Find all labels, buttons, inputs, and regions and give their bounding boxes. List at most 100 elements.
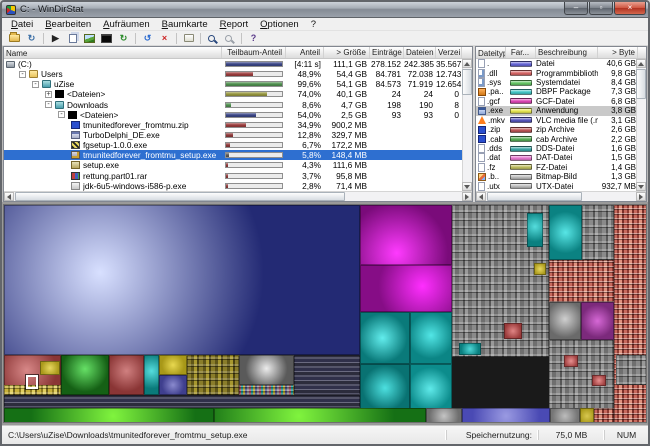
treemap-col-red[interactable]: [549, 260, 614, 302]
tree-header-size[interactable]: > Größe: [324, 47, 370, 58]
treemap-mid-blue[interactable]: [159, 375, 187, 395]
treemap-bottom-yellow[interactable]: [580, 408, 594, 423]
tree-row[interactable]: -Users48,9%54,4 GB84.78172.03812.743: [4, 69, 472, 79]
explorer-button[interactable]: [82, 32, 97, 45]
treemap-right-speckle[interactable]: [614, 205, 647, 423]
treemap-bottom-gray-a[interactable]: [426, 408, 462, 423]
treemap-col-gray-b[interactable]: [549, 302, 581, 340]
extension-row[interactable]: .fzFZ-Datei1,4 GB: [476, 163, 646, 172]
help-button[interactable]: ?: [246, 32, 261, 45]
menu-item-?[interactable]: ?: [305, 19, 322, 30]
scroll-down-button[interactable]: [636, 182, 646, 191]
tree-header-name[interactable]: Name: [4, 47, 222, 58]
treemap-col-teal[interactable]: [549, 205, 582, 260]
treemap-bit-red-1[interactable]: [504, 323, 522, 339]
extension-horizontal-scrollbar[interactable]: [476, 191, 646, 201]
menu-item-aufrumen[interactable]: Aufräumen: [97, 19, 155, 30]
command-prompt-button[interactable]: [99, 32, 114, 45]
tree-header-dirs[interactable]: Verzei...: [436, 47, 462, 58]
collapse-box[interactable]: -: [19, 71, 26, 78]
scrollbar-thumb[interactable]: [462, 69, 472, 95]
treemap-dark-strip[interactable]: [4, 395, 360, 408]
resume-button[interactable]: ▶: [48, 32, 63, 45]
rescan-button[interactable]: ↻: [24, 32, 39, 45]
zoom-out-button[interactable]: [222, 32, 237, 45]
menu-item-report[interactable]: Report: [214, 19, 255, 30]
copy-button[interactable]: [65, 32, 80, 45]
extension-row[interactable]: .Datei40,6 GB: [476, 59, 646, 68]
tree-vertical-scrollbar[interactable]: [462, 59, 472, 191]
treemap-mid-green[interactable]: [61, 355, 109, 395]
zoom-in-button[interactable]: [205, 32, 220, 45]
scroll-up-button[interactable]: [636, 59, 646, 68]
extension-row[interactable]: .sysSystemdatei8,4 GB: [476, 78, 646, 87]
treemap-bit-teal-1[interactable]: [527, 213, 543, 247]
treemap-col-magenta[interactable]: [581, 302, 614, 340]
treemap-block-magenta-b[interactable]: [360, 265, 452, 312]
treemap-block-magenta-a[interactable]: [360, 205, 452, 265]
extension-row[interactable]: .b..Bitmap-Bild1,3 GB: [476, 172, 646, 181]
delete-permanent-button[interactable]: ×: [157, 32, 172, 45]
treemap-bit-teal-2[interactable]: [459, 343, 481, 355]
tree-row[interactable]: tmunitedforever_fromtmu.zip34,9%900,2 MB: [4, 120, 472, 130]
extension-row[interactable]: .zipzip Archive2,6 GB: [476, 125, 646, 134]
scrollbar-thumb[interactable]: [15, 192, 345, 201]
treemap-block-teal-b[interactable]: [410, 312, 452, 364]
treemap-bottom-gray-b[interactable]: [550, 408, 580, 423]
collapse-box[interactable]: -: [58, 111, 65, 118]
tree-row[interactable]: -<Dateien>54,0%2,5 GB93930: [4, 110, 472, 120]
open-button[interactable]: [7, 32, 22, 45]
tree-row[interactable]: fgsetup-1.0.0.exe6,7%172,2 MB: [4, 140, 472, 150]
tree-row[interactable]: -Downloads8,6%4,7 GB1981908: [4, 100, 472, 110]
maximize-button[interactable]: ▫: [589, 2, 613, 15]
treemap-bottom-blue[interactable]: [462, 408, 550, 423]
treemap-mid-gray[interactable]: [239, 355, 294, 385]
collapse-box[interactable]: -: [45, 101, 52, 108]
extension-row[interactable]: .cabcab Archive2,2 GB: [476, 134, 646, 143]
menu-item-datei[interactable]: Datei: [5, 19, 39, 30]
tree-row[interactable]: -uZise99,6%54,1 GB84.57371.91912.654: [4, 79, 472, 89]
tree-header-files[interactable]: Dateien: [404, 47, 436, 58]
treemap-mid-yellow-bit[interactable]: [40, 361, 60, 375]
tree-header-barc[interactable]: Teilbaum-Anteil: [222, 47, 286, 58]
extension-header-ext[interactable]: Dateityp: [476, 47, 506, 58]
extension-row[interactable]: .datDAT-Datei1,5 GB: [476, 153, 646, 162]
tree-row[interactable]: +<Dateien>74,0%40,1 GB24240: [4, 89, 472, 99]
scroll-down-button[interactable]: [462, 182, 472, 191]
tree-header-anteil[interactable]: Anteil: [286, 47, 324, 58]
treemap-right-gray[interactable]: [616, 355, 647, 385]
scroll-left-button[interactable]: [476, 192, 486, 201]
treemap-bottom-green-b[interactable]: [214, 408, 426, 423]
title-bar[interactable]: C: - WinDirStat – ▫ ×: [2, 2, 648, 18]
expand-box[interactable]: +: [45, 91, 52, 98]
tree-row[interactable]: TurboDelphi_DE.exe12,8%329,7 MB: [4, 130, 472, 140]
treemap[interactable]: [3, 204, 647, 423]
treemap-bottom-green-a[interactable]: [4, 408, 214, 423]
extension-header-byte[interactable]: > Byte: [598, 47, 638, 58]
delete-recycle-button[interactable]: ↺: [140, 32, 155, 45]
extension-vertical-scrollbar[interactable]: [636, 59, 646, 191]
extension-row[interactable]: .mkvVLC media file (.mkv)3,1 GB: [476, 116, 646, 125]
treemap-mid-maroon-b[interactable]: [109, 355, 144, 395]
treemap-bit-yellow-1[interactable]: [534, 263, 546, 275]
tree-row[interactable]: tmunitedforever_fromtmu_setup.exe5,8%148…: [4, 150, 472, 160]
tree-row[interactable]: (C:)[4:11 s]111,1 GB278.152242.38535.567: [4, 59, 472, 69]
treemap-mid-yellow[interactable]: [159, 355, 187, 375]
tree-row[interactable]: rettung.part01.rar3,7%95,8 MB: [4, 171, 472, 181]
extension-row[interactable]: .ddsDDS-Datei1,6 GB: [476, 144, 646, 153]
extension-row[interactable]: .exeAnwendung3,8 GB: [476, 106, 646, 115]
tree-header-ent[interactable]: Einträge: [370, 47, 404, 58]
treemap-bit-red-3[interactable]: [592, 375, 606, 386]
treemap-mid-teal[interactable]: [144, 355, 159, 395]
extension-row[interactable]: .dllProgrammbibliothek9,8 GB: [476, 68, 646, 77]
treemap-mid-strips[interactable]: [294, 355, 360, 395]
scrollbar-thumb[interactable]: [636, 69, 646, 99]
tree-horizontal-scrollbar[interactable]: [4, 191, 472, 201]
extension-row[interactable]: .pa..DBPF Package7,3 GB: [476, 87, 646, 96]
treemap-block-teal-d[interactable]: [410, 364, 452, 412]
scroll-left-button[interactable]: [4, 192, 14, 201]
tree-row[interactable]: jdk-6u5-windows-i586-p.exe2,8%71,4 MB: [4, 181, 472, 191]
scrollbar-thumb[interactable]: [487, 192, 582, 201]
extension-header-desc[interactable]: Beschreibung: [536, 47, 598, 58]
treemap-block-teal-a[interactable]: [360, 312, 410, 364]
